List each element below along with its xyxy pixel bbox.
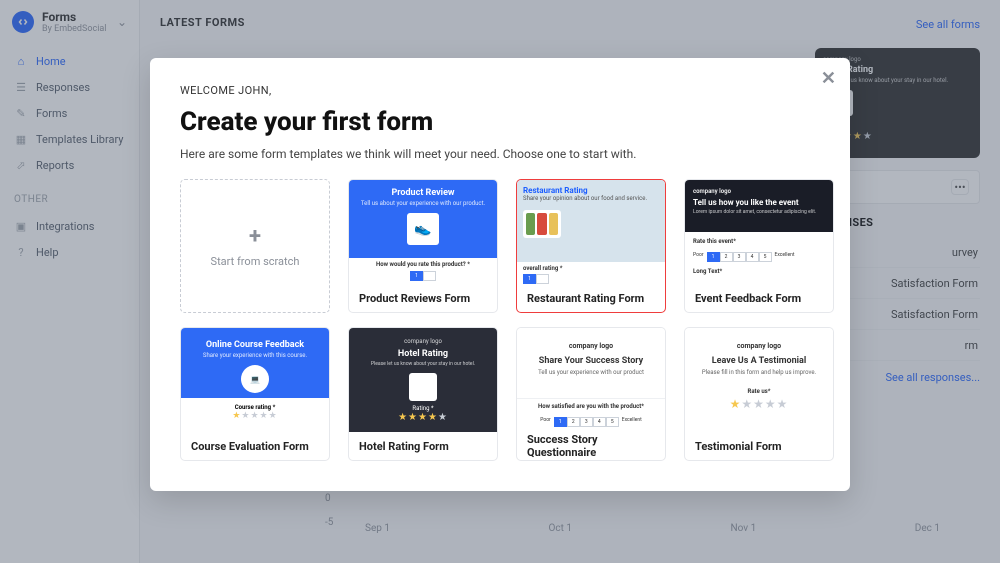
template-card-success-story[interactable]: company logo Share Your Success Story Te… [516, 327, 666, 461]
card-caption: Course Evaluation Form [181, 432, 329, 460]
card-thumbnail: company logo Leave Us A Testimonial Plea… [685, 328, 833, 432]
card-caption: Restaurant Rating Form [517, 284, 665, 312]
modal-headline: Create your first form [180, 107, 820, 137]
welcome-text: WELCOME JOHN, [180, 84, 820, 97]
card-thumbnail: company logo Tell us how you like the ev… [685, 180, 833, 284]
card-caption: Testimonial Form [685, 432, 833, 460]
card-thumbnail: Online Course Feedback Share your experi… [181, 328, 329, 432]
card-thumbnail: Restaurant Rating Share your opinion abo… [517, 180, 665, 284]
card-caption: Hotel Rating Form [349, 432, 497, 460]
card-caption: Event Feedback Form [685, 284, 833, 312]
card-caption: Product Reviews Form [349, 284, 497, 312]
template-card-event-feedback[interactable]: company logo Tell us how you like the ev… [684, 179, 834, 313]
template-card-hotel-rating[interactable]: company logo Hotel Rating Please let us … [348, 327, 498, 461]
template-card-testimonial[interactable]: company logo Leave Us A Testimonial Plea… [684, 327, 834, 461]
card-thumbnail: company logo Hotel Rating Please let us … [349, 328, 497, 432]
start-from-scratch-card[interactable]: + Start from scratch [180, 179, 330, 313]
modal-overlay: ✕ WELCOME JOHN, Create your first form H… [0, 0, 1000, 563]
onboarding-modal: ✕ WELCOME JOHN, Create your first form H… [150, 58, 850, 491]
plus-icon: + [249, 224, 261, 249]
card-caption: Success Story Questionnaire [517, 432, 665, 460]
template-card-product-reviews[interactable]: Product Review Tell us about your experi… [348, 179, 498, 313]
modal-subhead: Here are some form templates we think wi… [180, 147, 820, 161]
scratch-label: Start from scratch [211, 255, 300, 268]
template-grid: + Start from scratch Product Review Tell… [180, 179, 820, 461]
template-card-restaurant-rating[interactable]: Restaurant Rating Share your opinion abo… [516, 179, 666, 313]
template-card-course-evaluation[interactable]: Online Course Feedback Share your experi… [180, 327, 330, 461]
card-thumbnail: company logo Share Your Success Story Te… [517, 328, 665, 432]
close-icon[interactable]: ✕ [821, 68, 836, 89]
card-thumbnail: Product Review Tell us about your experi… [349, 180, 497, 284]
